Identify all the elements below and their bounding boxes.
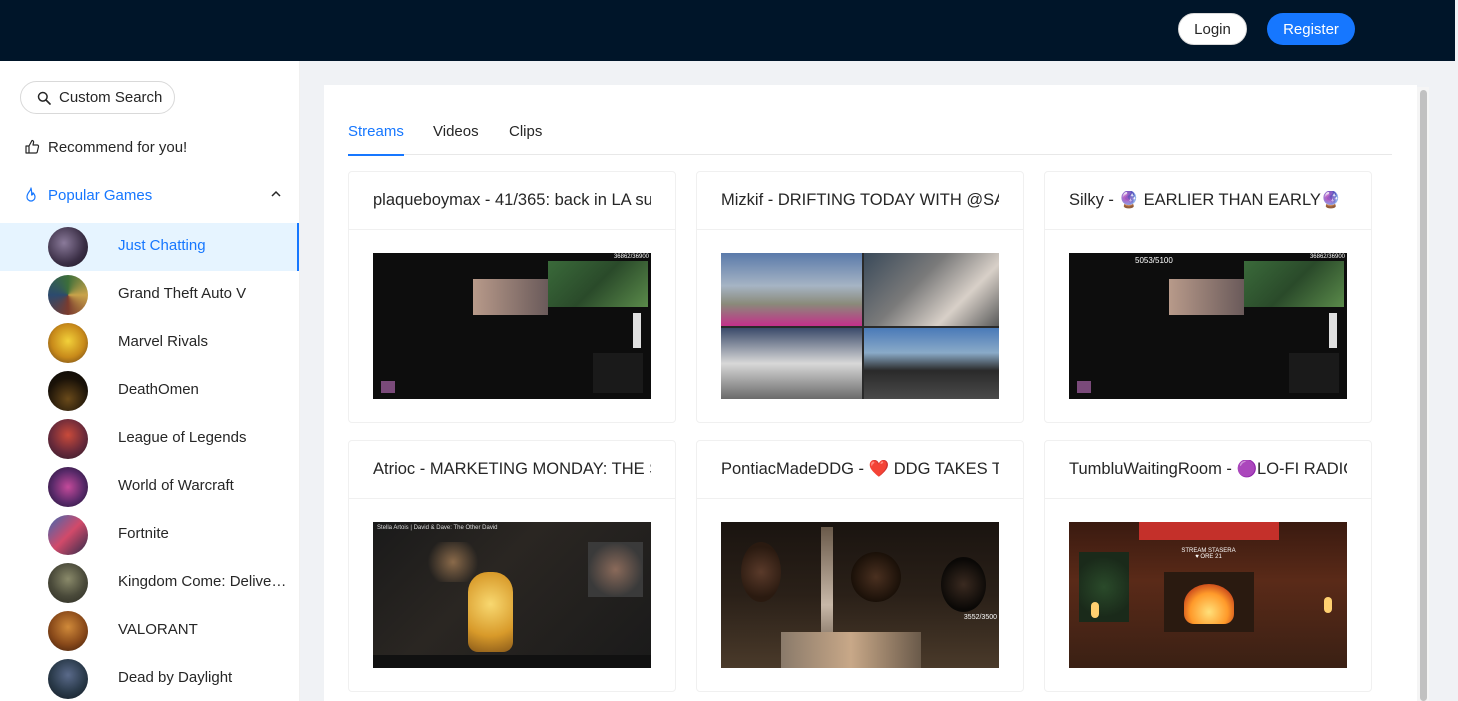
stream-card[interactable]: Mizkif - DRIFTING TODAY WITH @SAM [696, 171, 1024, 423]
stream-title: PontiacMadeDDG - ❤️ DDG TAKES TE [721, 460, 999, 478]
content-tabs: Streams Videos Clips [348, 123, 1392, 156]
popular-games-group[interactable]: Popular Games [0, 171, 299, 219]
custom-search-label: Custom Search [59, 89, 163, 106]
game-name: League of Legends [118, 429, 247, 446]
custom-search-button[interactable]: Custom Search [20, 81, 175, 114]
sidebar-game-valorant[interactable]: VALORANT [0, 607, 299, 655]
thumbnail-overlay-text: 36862/36900 [613, 254, 649, 260]
register-button[interactable]: Register [1267, 13, 1355, 45]
thumbnail-overlay-text: 36862/36900 [1309, 254, 1345, 260]
game-name: Marvel Rivals [118, 333, 209, 350]
sidebar-game-league-of-legends[interactable]: League of Legends [0, 415, 299, 463]
game-name: VALORANT [118, 621, 198, 638]
stream-card[interactable]: plaqueboymax - 41/365: back in LA su 368… [348, 171, 676, 423]
sidebar-game-deathomen[interactable]: DeathOmen [0, 367, 299, 415]
search-icon [37, 91, 51, 105]
game-name: Dead by Daylight [118, 669, 233, 686]
main-content: Streams Videos Clips plaqueboymax - 41/3… [324, 85, 1417, 701]
game-avatar [48, 563, 88, 603]
game-avatar [48, 659, 88, 699]
tab-clips[interactable]: Clips [509, 123, 542, 155]
fire-icon [26, 187, 36, 202]
sidebar-game-just-chatting[interactable]: Just Chatting [0, 223, 299, 271]
game-name: Just Chatting [118, 237, 206, 254]
game-avatar [48, 611, 88, 651]
thumbnail-overlay-text: 5053/5100 [1135, 256, 1173, 265]
tab-streams[interactable]: Streams [348, 123, 404, 156]
sidebar-game-marvel-rivals[interactable]: Marvel Rivals [0, 319, 299, 367]
stream-title: Mizkif - DRIFTING TODAY WITH @SAM [721, 191, 999, 209]
game-name: Grand Theft Auto V [118, 285, 247, 302]
stream-thumbnail: 36862/36900 [373, 253, 651, 399]
stream-thumbnail: Stella Artois | David & Dave: The Other … [373, 522, 651, 668]
thumbnail-overlay-text: 3552/3500 [963, 614, 997, 621]
stream-card[interactable]: Atrioc - MARKETING MONDAY: THE S Stella … [348, 440, 676, 692]
game-name: World of Warcraft [118, 477, 234, 494]
stream-title: Atrioc - MARKETING MONDAY: THE S [373, 460, 651, 478]
game-avatar [48, 515, 88, 555]
game-name: Kingdom Come: Deliver... [118, 573, 288, 590]
sidebar-game-world-of-warcraft[interactable]: World of Warcraft [0, 463, 299, 511]
sidebar-game-gta-v[interactable]: Grand Theft Auto V [0, 271, 299, 319]
stream-thumbnail: STREAM STASERA ♥ ORE 21 [1069, 522, 1347, 668]
game-name: DeathOmen [118, 381, 199, 398]
top-header: Login Register [0, 0, 1455, 61]
content-scrollbar-thumb[interactable] [1420, 90, 1427, 701]
login-button[interactable]: Login [1178, 13, 1247, 45]
game-avatar [48, 275, 88, 315]
game-avatar [48, 419, 88, 459]
stream-title: TumbluWaitingRoom - 🟣LO-FI RADIO [1069, 460, 1347, 478]
sidebar: Custom Search Recommend for you! Popular… [0, 61, 300, 701]
recommend-menu-item[interactable]: Recommend for you! [0, 123, 299, 171]
game-name: Fortnite [118, 525, 169, 542]
popular-games-label: Popular Games [48, 186, 153, 204]
sidebar-game-fortnite[interactable]: Fortnite [0, 511, 299, 559]
stream-thumbnail [721, 253, 999, 399]
thumbs-up-icon [25, 139, 40, 154]
game-avatar [48, 323, 88, 363]
sidebar-game-dead-by-daylight[interactable]: Dead by Daylight [0, 655, 299, 701]
stream-card[interactable]: Silky - 🔮 EARLIER THAN EARLY🔮 DO 5053/51… [1044, 171, 1372, 423]
sidebar-game-kingdom-come[interactable]: Kingdom Come: Deliver... [0, 559, 299, 607]
game-avatar [48, 227, 88, 267]
thumbnail-overlay-text: Stella Artois | David & Dave: The Other … [377, 525, 498, 531]
stream-thumbnail: 5053/5100 36862/36900 [1069, 253, 1347, 399]
game-avatar [48, 467, 88, 507]
game-avatar [48, 371, 88, 411]
stream-thumbnail: 3552/3500 [721, 522, 999, 668]
stream-card[interactable]: TumbluWaitingRoom - 🟣LO-FI RADIO STREAM … [1044, 440, 1372, 692]
tab-videos[interactable]: Videos [433, 123, 479, 155]
recommend-label: Recommend for you! [48, 138, 188, 156]
thumbnail-overlay-text: STREAM STASERA ♥ ORE 21 [1181, 548, 1236, 560]
chevron-up-icon[interactable] [270, 189, 282, 199]
stream-title: plaqueboymax - 41/365: back in LA su [373, 191, 651, 209]
stream-title: Silky - 🔮 EARLIER THAN EARLY🔮 DO [1069, 191, 1347, 209]
stream-card[interactable]: PontiacMadeDDG - ❤️ DDG TAKES TE 3552/35… [696, 440, 1024, 692]
